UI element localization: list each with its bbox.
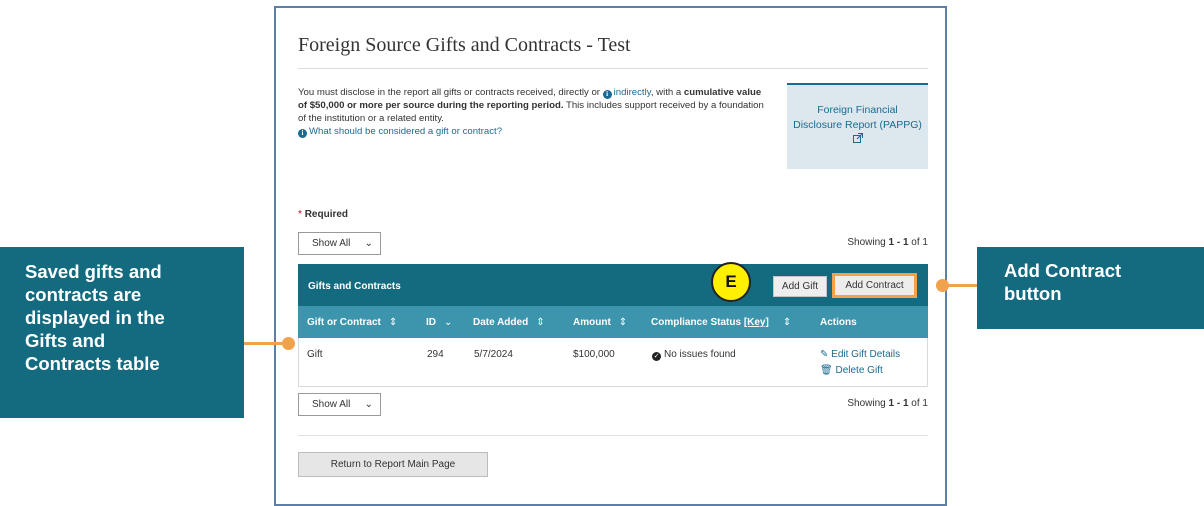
help-link[interactable]: What should be considered a gift or cont… [309, 126, 502, 137]
cell-date-added: 5/7/2024 [474, 349, 513, 360]
column-label: ID [426, 317, 436, 328]
showing-suffix: of 1 [908, 237, 928, 248]
column-label: Compliance Status [651, 317, 742, 328]
show-all-select-bottom[interactable]: Show All ⌄ [298, 393, 381, 416]
compliance-key-link[interactable]: [Key] [744, 317, 769, 328]
compliance-text: No issues found [664, 349, 736, 360]
column-label: Gift or Contract [307, 317, 381, 328]
showing-count-top: Showing 1 - 1 of 1 [847, 237, 928, 248]
intro-text-1: You must disclose in the report all gift… [298, 87, 603, 98]
callout-dot-right [936, 279, 949, 292]
step-marker: E [711, 262, 751, 302]
required-star: * [298, 209, 302, 220]
indirectly-link[interactable]: indirectly [614, 87, 651, 98]
edit-icon: ✎ [820, 349, 829, 360]
select-value: Show All [312, 238, 351, 249]
showing-range: 1 - 1 [888, 237, 909, 248]
showing-suffix: of 1 [908, 398, 928, 409]
callout-dot-left [282, 337, 295, 350]
showing-count-bottom: Showing 1 - 1 of 1 [847, 398, 928, 409]
bottom-divider [298, 435, 928, 436]
column-header-compliance[interactable]: Compliance Status [Key] ⇕ [651, 317, 791, 328]
callout-add-contract: Add Contract button [977, 247, 1204, 329]
delete-label: Delete Gift [835, 365, 883, 376]
callout-line: displayed in the [25, 307, 165, 328]
sort-icon: ⇕ [536, 317, 545, 328]
external-link-icon [787, 133, 928, 148]
chevron-down-icon: ⌄ [364, 238, 373, 249]
ffdr-report-link[interactable]: Foreign Financial Disclosure Report (PAP… [787, 83, 928, 169]
intro-text: You must disclose in the report all gift… [298, 86, 768, 138]
callout-line: contracts are [25, 284, 142, 305]
column-header-type[interactable]: Gift or Contract ⇕ [307, 317, 397, 328]
column-header-actions: Actions [820, 317, 857, 328]
intro-text-2: , with a [650, 87, 684, 98]
page-title: Foreign Source Gifts and Contracts - Tes… [298, 34, 631, 56]
column-header-date[interactable]: Date Added ⇕ [473, 317, 545, 328]
show-all-select-top[interactable]: Show All ⌄ [298, 232, 381, 255]
info-icon: i [298, 129, 307, 138]
table-title: Gifts and Contracts [308, 281, 401, 292]
sort-icon: ⇕ [618, 317, 628, 328]
chevron-down-icon: ⌄ [364, 399, 373, 410]
sort-desc-icon: ⌄ [444, 317, 453, 328]
check-circle-icon: ✓ [652, 352, 661, 361]
column-label: Amount [573, 317, 611, 328]
return-to-main-button[interactable]: Return to Report Main Page [298, 452, 488, 477]
add-contract-button[interactable]: Add Contract [832, 273, 917, 298]
cell-amount: $100,000 [573, 349, 615, 360]
callout-line: button [1004, 283, 1062, 304]
callout-line: Gifts and [25, 330, 106, 351]
sort-icon: ⇕ [782, 317, 792, 328]
cell-type: Gift [307, 349, 323, 360]
showing-prefix: Showing [847, 398, 889, 409]
delete-gift-link[interactable]: 🗑 Delete Gift [820, 365, 883, 376]
add-gift-button[interactable]: Add Gift [773, 276, 827, 297]
callout-table-description: Saved gifts and contracts are displayed … [0, 247, 244, 418]
required-text: Required [304, 209, 349, 220]
callout-line: Saved gifts and [25, 261, 162, 282]
ffdr-line-2: Disclosure Report (PAPPG) [793, 119, 922, 131]
required-label: * Required [298, 209, 348, 220]
column-header-id[interactable]: ID ⌄ [426, 317, 452, 328]
title-divider [298, 68, 928, 69]
edit-gift-link[interactable]: ✎ Edit Gift Details [820, 349, 900, 360]
callout-line: Contracts table [25, 353, 160, 374]
ffdr-line-1: Foreign Financial [817, 104, 898, 116]
sort-icon: ⇕ [388, 317, 398, 328]
column-label: Date Added [473, 317, 529, 328]
edit-label: Edit Gift Details [831, 349, 901, 360]
showing-range: 1 - 1 [888, 398, 909, 409]
main-panel [274, 6, 947, 506]
info-icon: i [602, 90, 612, 99]
trash-icon: 🗑 [820, 365, 833, 376]
cell-id: 294 [427, 349, 444, 360]
column-header-amount[interactable]: Amount ⇕ [573, 317, 627, 328]
table-row [298, 338, 928, 387]
cell-compliance: ✓ No issues found [652, 349, 736, 361]
showing-prefix: Showing [847, 237, 889, 248]
select-value: Show All [312, 399, 351, 410]
callout-line: Add Contract [1004, 260, 1122, 281]
